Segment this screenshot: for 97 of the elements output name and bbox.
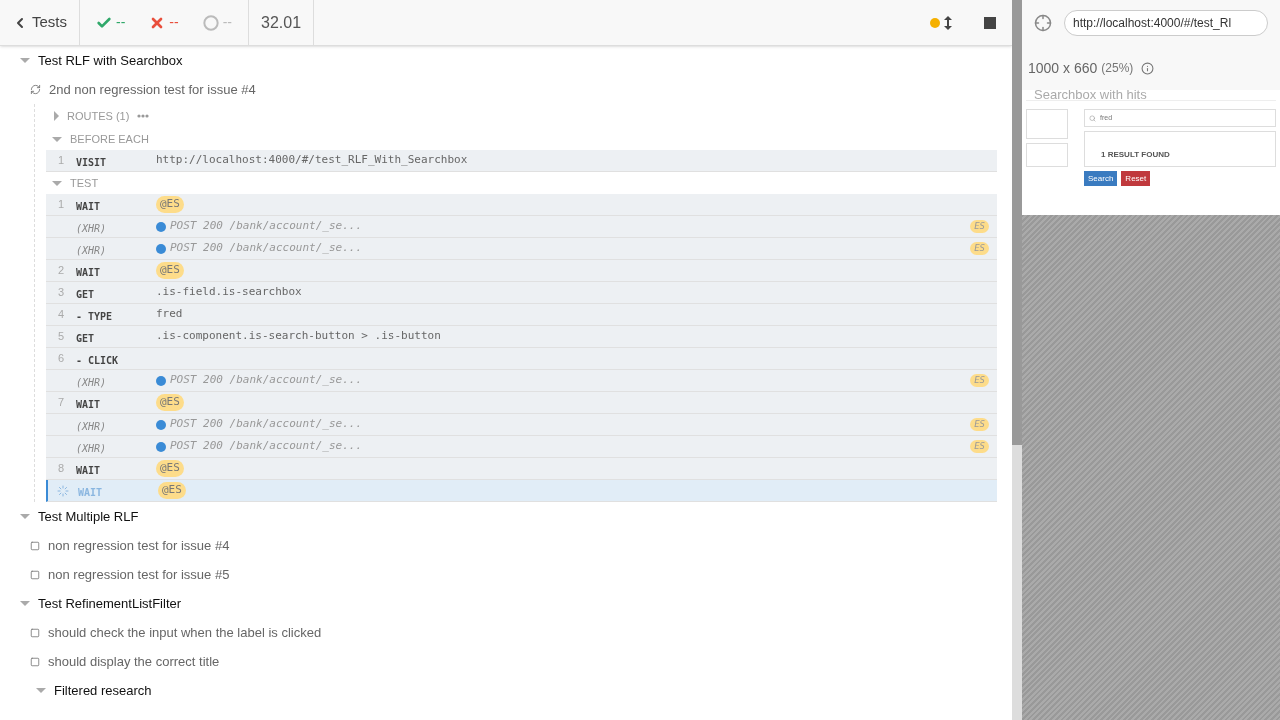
circle-icon [202,14,219,31]
command-name: (XHR) [76,376,107,388]
command-message: .is-component.is-search-button > .is-button [156,328,441,345]
command-row[interactable]: 3 GET .is-field.is-searchbox [46,282,997,304]
command-message: POST 200 /bank/account/_se... [170,438,363,455]
command-row[interactable]: (XHR) POST 200 /bank/account/_se... ES [46,238,997,260]
command-number: 1 [57,197,65,213]
command-number: 8 [57,461,65,477]
command-row[interactable]: 7 WAIT @ES [46,392,997,414]
command-message: POST 200 /bank/account/_se... [170,372,363,389]
crosshair-icon[interactable] [1034,14,1052,32]
command-row[interactable]: 2 WAIT @ES [46,260,997,282]
alias-badge: @ES [156,262,184,279]
test-title[interactable]: non regression test for issue #5 [48,564,230,585]
command-row[interactable]: (XHR) POST 200 /bank/account/_se... ES [46,436,997,458]
resize-arrow-icon[interactable] [944,15,952,30]
command-name: (XHR) [76,420,107,432]
test-title[interactable]: should display the correct title [48,651,220,672]
command-message: .is-field.is-searchbox [156,284,302,301]
test-title[interactable]: should check the input when the label is clicked [48,622,322,643]
command-row[interactable]: (XHR) POST 200 /bank/account/_se... ES [46,216,997,238]
suite-title[interactable]: Test RefinementListFilter [38,593,182,614]
viewport-scale: (25%) [1101,60,1134,77]
command-row[interactable]: 6 - CLICK [46,348,997,370]
preview-title: Searchbox with hits [1026,90,1276,101]
command-number: 5 [57,329,65,345]
command-row[interactable]: (XHR) POST 200 /bank/account/_se... ES [46,414,997,436]
command-row[interactable]: 1 VISIT http://localhost:4000/#/test_RLF_With_Searchbox [46,150,997,172]
more-icon [137,114,150,118]
command-name: (XHR) [76,244,107,256]
command-name: WAIT [78,486,103,498]
spinner-icon [57,484,69,497]
command-row[interactable]: (XHR) POST 200 /bank/account/_se... ES [46,370,997,392]
command-number: 3 [57,285,65,301]
command-name: - TYPE [76,310,113,322]
failed-count: -- [169,13,179,32]
command-row[interactable]: 1 WAIT @ES [46,194,997,216]
alias-badge: @ES [156,460,184,477]
alias-badge: ES [970,417,989,432]
command-row[interactable]: 5 GET .is-component.is-search-button > .is-button [46,326,997,348]
caret-down-icon[interactable] [36,688,46,693]
suite-title[interactable]: Test Multiple RLF [38,506,139,527]
pending-count: -- [222,13,232,32]
test-title[interactable]: non regression test for issue #4 [48,535,230,556]
command-message: fred [156,306,183,323]
caret-down-icon[interactable] [20,601,30,606]
command-number: 2 [57,263,65,279]
command-row[interactable]: 8 WAIT @ES [46,458,997,480]
command-name: WAIT [76,266,101,278]
viewport-size: 1000 x 660 [1028,58,1098,78]
reset-button[interactable]: Reset [1121,171,1151,186]
search-icon [1089,114,1096,122]
command-message: http://localhost:4000/#/test_RLF_With_Searchbox [156,152,468,169]
caret-down-icon[interactable] [52,136,62,142]
command-name: - CLICK [76,354,119,366]
alias-badge: @ES [158,482,186,499]
command-row[interactable]: 4 - TYPE fred [46,304,997,326]
command-number: 7 [57,395,65,411]
search-button[interactable]: Search [1084,171,1118,186]
command-number: 1 [57,153,65,169]
duration: 32.01 [261,12,302,33]
test-title[interactable]: 2nd non regression test for issue #4 [49,79,256,100]
alias-badge: ES [970,241,989,256]
stop-button[interactable] [984,16,996,29]
command-name: WAIT [76,464,101,476]
command-message: POST 200 /bank/account/_se... [170,218,363,235]
command-name: (XHR) [76,222,107,234]
passed-count: -- [116,13,126,32]
command-number: 6 [57,351,65,367]
command-name: WAIT [76,200,101,212]
alias-badge: ES [970,219,989,234]
filter-panel [1026,109,1068,139]
command-message: POST 200 /bank/account/_se... [170,240,363,257]
suite-title[interactable]: Test RLF with Searchbox [38,50,183,71]
alias-badge: ES [970,439,989,454]
command-name: VISIT [76,156,107,168]
command-row[interactable]: WAIT @ES [46,480,997,502]
filter-panel [1026,143,1068,167]
command-name: WAIT [76,398,101,410]
command-name: GET [76,332,95,344]
alias-badge: ES [970,373,989,388]
command-message: POST 200 /bank/account/_se... [170,416,363,433]
caret-down-icon[interactable] [20,514,30,519]
caret-down-icon[interactable] [20,58,30,63]
info-icon[interactable] [1141,61,1155,75]
command-number: 4 [57,307,65,323]
scrollbar-thumb[interactable] [1012,0,1022,445]
alias-badge: @ES [156,196,184,213]
suite-title[interactable]: Filtered research [54,680,152,701]
back-button[interactable]: Tests [0,0,80,45]
result-count: 1 RESULT FOUND [1101,150,1170,159]
caret-right-icon[interactable] [54,111,59,121]
url-field[interactable]: http://localhost:4000/#/test_Rl [1064,10,1268,36]
alias-badge: @ES [156,394,184,411]
command-name: (XHR) [76,442,107,454]
caret-down-icon[interactable] [52,180,62,186]
command-name: GET [76,288,95,300]
